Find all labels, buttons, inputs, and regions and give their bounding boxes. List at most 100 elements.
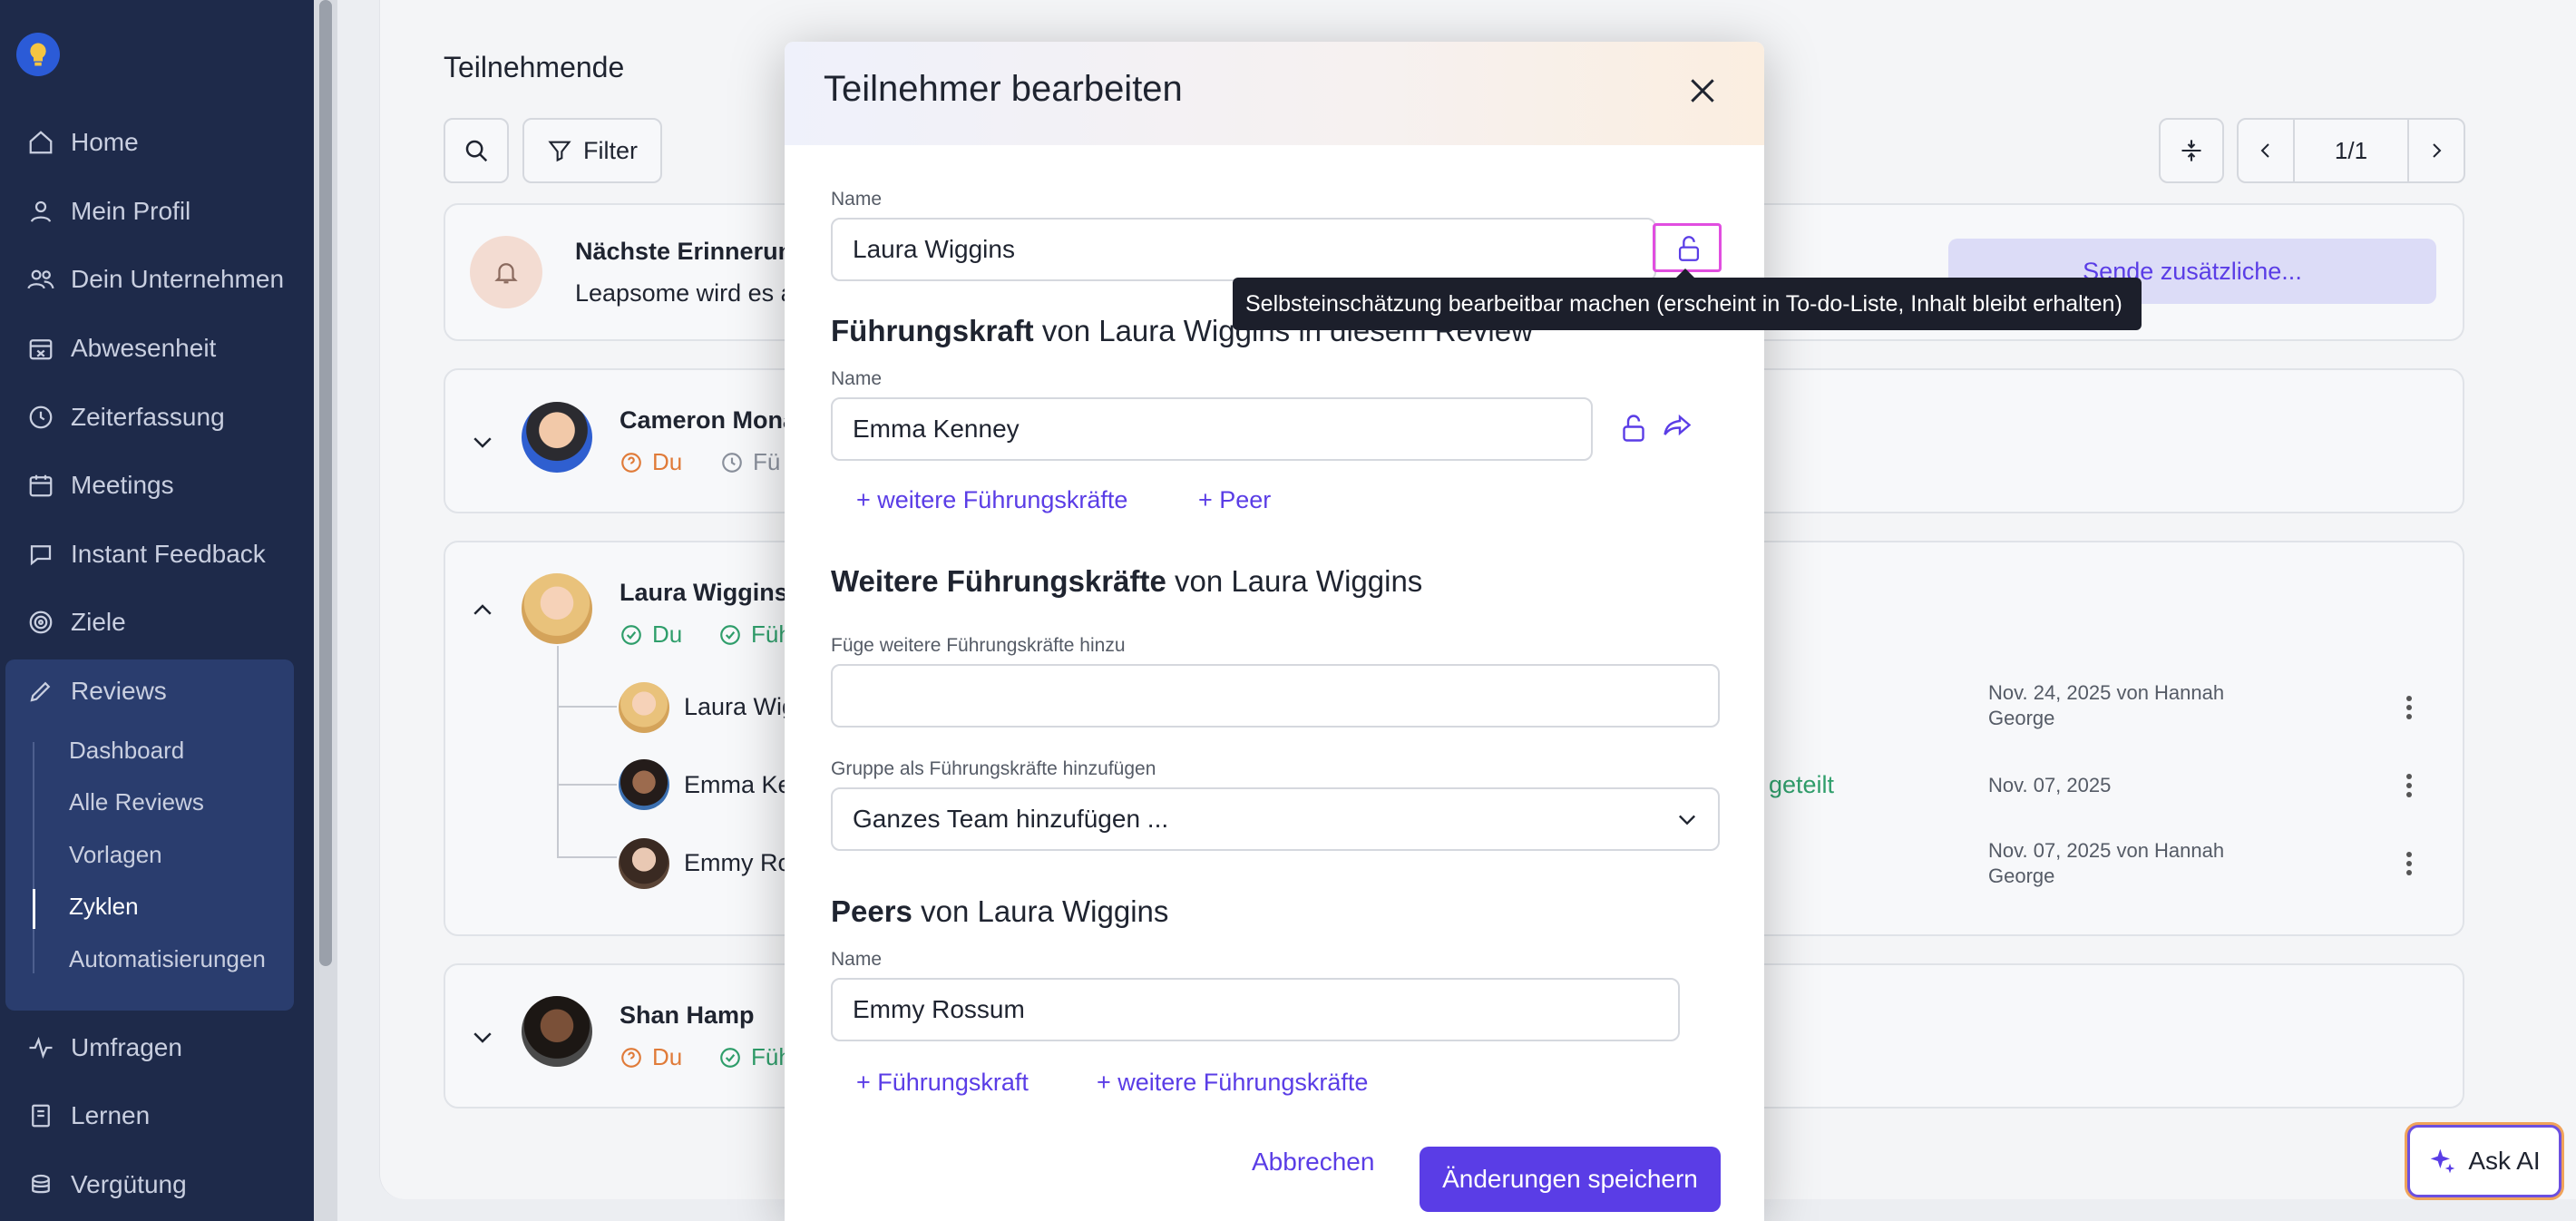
pagination: 1/1 [2237, 118, 2465, 183]
sidebar-item-label: Reviews [71, 677, 167, 705]
manager-name-field[interactable]: Emma Kenney [831, 397, 1593, 461]
add-manager-link[interactable]: + Führungskraft [856, 1069, 1029, 1097]
sparkle-icon [2430, 1148, 2455, 1174]
peer-name-field[interactable]: Emmy Rossum [831, 978, 1680, 1041]
participant-name[interactable]: Cameron Mona [620, 406, 796, 435]
filter-icon [548, 141, 571, 162]
collapse-all-button[interactable] [2159, 118, 2224, 183]
lock-icon[interactable] [1617, 412, 1650, 444]
close-icon[interactable] [1684, 73, 1721, 109]
add-more-managers-link-2[interactable]: + weitere Führungskräfte [1097, 1069, 1368, 1097]
sidebar-sub-cycles[interactable]: Zyklen [69, 893, 139, 921]
sidebar-item-label: Zeiterfassung [71, 403, 225, 431]
manager-name-label: Name [831, 368, 883, 389]
avatar [619, 682, 669, 733]
users-icon [25, 264, 56, 295]
self-assessment-lock-button[interactable] [1653, 223, 1722, 272]
peers-name-label: Name [831, 949, 883, 970]
sidebar-sub-dashboard[interactable]: Dashboard [69, 737, 184, 765]
status-self: Du [620, 620, 682, 649]
group-select-value: Ganzes Team hinzufügen ... [853, 805, 1169, 833]
prev-page-button[interactable] [2239, 120, 2295, 181]
sidebar-item-profile[interactable]: Mein Profil [0, 184, 314, 239]
sidebar-item-reviews[interactable]: Reviews [0, 664, 314, 718]
sub-nav-active-indicator [33, 889, 35, 929]
filter-label: Filter [583, 136, 638, 164]
coins-icon [25, 1169, 56, 1200]
tooltip: Selbsteinschätzung bearbeitbar machen (e… [1233, 278, 2142, 330]
clock-icon [722, 452, 742, 473]
reminder-title: Nächste Erinnerun [575, 238, 794, 265]
more-vertical-icon[interactable] [2405, 695, 2413, 720]
share-forward-icon[interactable] [1661, 410, 1693, 443]
search-icon [465, 140, 488, 162]
lightbulb-icon [30, 43, 46, 66]
add-peer-link[interactable]: + Peer [1198, 486, 1271, 514]
calendar-x-icon [25, 333, 56, 364]
chevron-down-icon [1679, 815, 1695, 825]
sidebar-scrollbar-thumb[interactable] [319, 0, 332, 966]
bell-icon [494, 263, 518, 284]
sidebar-item-company[interactable]: Dein Unternehmen [0, 252, 314, 307]
sidebar-sub-templates[interactable]: Vorlagen [69, 841, 162, 869]
sidebar-item-compensation[interactable]: Vergütung [0, 1158, 314, 1212]
tree-line [557, 706, 617, 708]
more-managers-label: Füge weitere Führungskräfte hinzu [831, 635, 1126, 656]
status-self: Du [620, 1043, 682, 1071]
reminder-avatar [470, 236, 542, 308]
app-logo[interactable] [16, 33, 60, 76]
sidebar-item-goals[interactable]: Ziele [0, 595, 314, 650]
group-select[interactable]: Ganzes Team hinzufügen ... [831, 787, 1720, 851]
sidebar-item-label: Home [71, 128, 139, 156]
status-manager: Füh [718, 1043, 792, 1071]
sidebar-item-home[interactable]: Home [0, 115, 314, 170]
sub-nav-line [33, 742, 34, 973]
tree-line [557, 784, 617, 786]
sidebar-sub-all-reviews[interactable]: Alle Reviews [69, 788, 204, 816]
avatar [619, 759, 669, 810]
page-indicator: 1/1 [2334, 136, 2368, 164]
sidebar-item-surveys[interactable]: Umfragen [0, 1021, 314, 1075]
status-self: Du [620, 448, 682, 476]
question-circle-icon [621, 452, 641, 473]
save-changes-button[interactable]: Änderungen speichern [1420, 1147, 1721, 1212]
chevron-up-icon[interactable] [469, 597, 496, 624]
sidebar-item-time[interactable]: Zeiterfassung [0, 390, 314, 444]
sidebar-item-feedback[interactable]: Instant Feedback [0, 527, 314, 581]
chevron-down-icon[interactable] [469, 1023, 496, 1050]
more-managers-input[interactable] [831, 664, 1720, 728]
participant-name[interactable]: Shan Hamp [620, 1001, 755, 1030]
status-manager: Fü [720, 448, 780, 476]
participant-name-field[interactable]: Laura Wiggins [831, 218, 1656, 281]
next-page-button[interactable] [2407, 120, 2464, 181]
tooltip-arrow [1676, 269, 1694, 278]
participant-name[interactable]: Laura Wiggins [620, 579, 788, 607]
sidebar-item-meetings[interactable]: Meetings [0, 458, 314, 513]
sidebar-item-label: Instant Feedback [71, 540, 266, 568]
sidebar-item-absence[interactable]: Abwesenheit [0, 321, 314, 376]
more-vertical-icon[interactable] [2405, 773, 2413, 798]
cancel-button[interactable]: Abbrechen [1252, 1148, 1374, 1177]
review-date: Nov. 07, 2025 von Hannah George [1988, 839, 2225, 887]
reminder-text: Leapsome wird es a [575, 279, 795, 307]
sidebar-item-label: Meetings [71, 471, 174, 499]
status-label: Du [652, 448, 683, 475]
search-button[interactable] [444, 118, 509, 183]
home-icon [25, 127, 56, 158]
sidebar-item-label: Lernen [71, 1101, 151, 1129]
check-circle-icon [720, 624, 740, 645]
pencil-icon [25, 676, 56, 707]
calendar-icon [25, 470, 56, 501]
sidebar-item-learning[interactable]: Lernen [0, 1089, 314, 1143]
filter-button[interactable]: Filter [522, 118, 662, 183]
question-circle-icon [621, 1047, 641, 1068]
chevron-right-icon [2433, 143, 2442, 158]
book-icon [25, 1100, 56, 1131]
chevron-left-icon [2260, 143, 2269, 158]
ask-ai-button[interactable]: Ask AI [2407, 1125, 2561, 1197]
add-more-managers-link[interactable]: + weitere Führungskräfte [856, 486, 1127, 514]
sidebar-sub-automations[interactable]: Automatisierungen [69, 945, 266, 973]
reviewer-name: Emmy Ro [684, 849, 792, 876]
more-vertical-icon[interactable] [2405, 851, 2413, 876]
chevron-down-icon[interactable] [469, 428, 496, 455]
